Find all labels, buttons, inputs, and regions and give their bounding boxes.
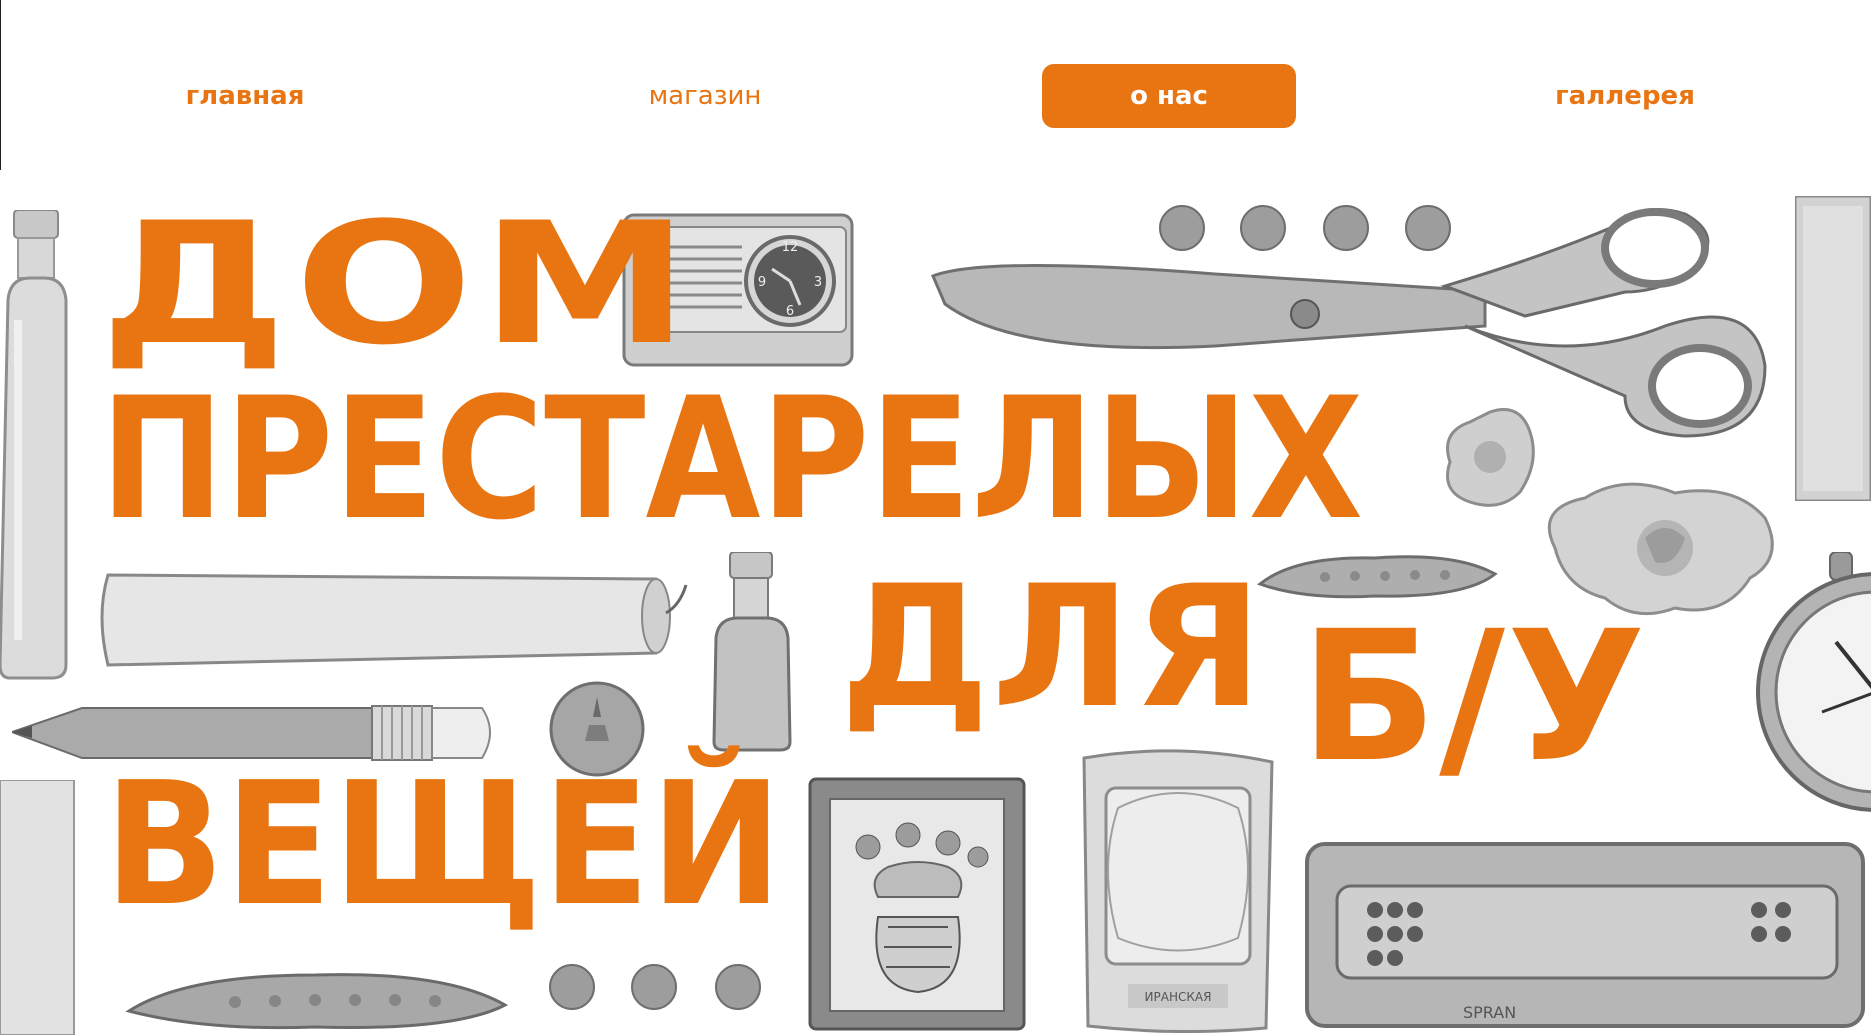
- main-nav: главная магазин о нас галлерея: [0, 0, 1871, 140]
- nav-item-shop[interactable]: магазин: [620, 64, 790, 128]
- pocket-watch-image: [1746, 552, 1871, 822]
- porcelain-flower-small-image: [1440, 402, 1540, 512]
- coins-row-bottom-image: [548, 962, 763, 1012]
- metal-block-image: [1795, 196, 1871, 501]
- ink-bottle-image: [708, 552, 796, 752]
- headline-line-1: ДОМ: [100, 186, 698, 382]
- harmonica-image: SPRAN: [1303, 840, 1868, 1030]
- headline-line-4: Б/У: [1300, 593, 1648, 802]
- white-box-image: [0, 780, 76, 1035]
- clock-number-9: 9: [758, 275, 766, 290]
- harmonica-label: SPRAN: [1463, 1003, 1516, 1022]
- headline-line-5: ВЕЩЕЙ: [104, 746, 783, 944]
- framed-picture-image: [808, 777, 1028, 1035]
- nav-item-about[interactable]: о нас: [1042, 64, 1296, 128]
- clock-number-12: 12: [782, 240, 799, 255]
- headline-line-2: ПРЕСТАРЕЛЫХ: [100, 361, 1364, 557]
- candle-image: [96, 565, 691, 675]
- nav-item-home[interactable]: главная: [160, 64, 330, 128]
- clock-number-3: 3: [814, 275, 822, 290]
- clock-number-6: 6: [786, 304, 794, 319]
- headline-line-3: ДЛЯ: [840, 549, 1265, 745]
- tea-packet-label: ИРАНСКАЯ: [1145, 990, 1212, 1004]
- tea-packet-image: ИРАНСКАЯ: [1078, 748, 1278, 1033]
- pea-pod-bottom-image: [125, 965, 510, 1035]
- nav-item-gallery[interactable]: галлерея: [1540, 64, 1710, 128]
- glass-bottle-image: [0, 210, 72, 680]
